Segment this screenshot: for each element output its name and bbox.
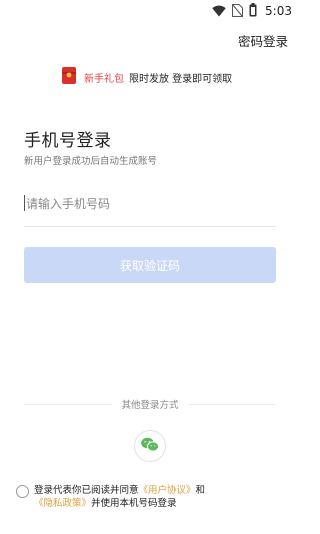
battery-icon: [249, 2, 257, 21]
divider-right: [188, 404, 276, 405]
wechat-icon: [141, 437, 160, 456]
user-agreement-link[interactable]: 《用户协议》: [139, 485, 196, 496]
wifi-icon: [212, 2, 226, 21]
phone-input[interactable]: [24, 193, 276, 215]
input-underline: [24, 226, 276, 227]
status-time: 5:03: [265, 4, 292, 18]
status-bar: 5:03: [0, 0, 300, 22]
promo-banner[interactable]: 新手礼包 限时发放 登录即可领取: [62, 67, 233, 87]
agreement-text: 登录代表你已阅读并同意《用户协议》和《隐私政策》并使用本机号码登录: [34, 484, 260, 510]
get-code-button[interactable]: 获取验证码: [24, 247, 276, 283]
page-subtitle: 新用户登录成功后自动生成账号: [24, 156, 158, 167]
status-icons: 5:03: [212, 2, 292, 21]
wechat-login-button[interactable]: [134, 430, 166, 462]
sim-icon: [232, 2, 244, 21]
agreement-suffix: 并使用本机号码登录: [91, 498, 177, 509]
page-title: 手机号登录: [24, 131, 112, 151]
gift-icon: [62, 67, 84, 87]
agreement-and: 和: [195, 485, 206, 496]
privacy-policy-link[interactable]: 《隐私政策》: [34, 498, 91, 509]
agreement-checkbox[interactable]: [16, 485, 29, 498]
promo-text: 限时发放 登录即可领取: [129, 73, 233, 85]
new-user-gift-label: 新手礼包: [84, 73, 124, 85]
agreement-prefix: 登录代表你已阅读并同意: [34, 485, 139, 496]
password-login-link[interactable]: 密码登录: [238, 31, 288, 50]
